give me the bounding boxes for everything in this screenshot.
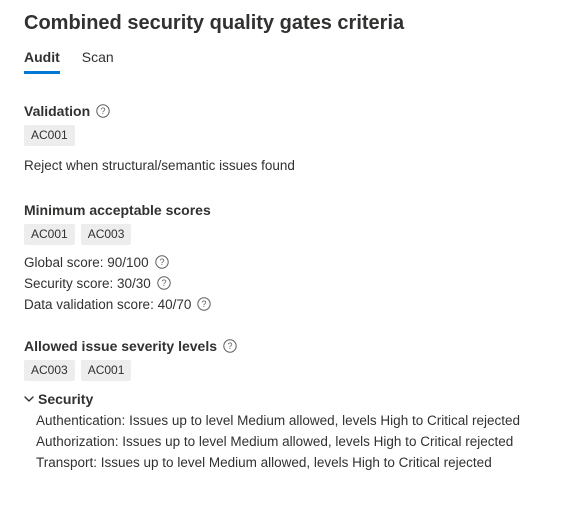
- severity-row: Transport: Issues up to level Medium all…: [36, 455, 557, 470]
- validation-text: Reject when structural/semantic issues f…: [24, 156, 557, 176]
- rule-chip: AC001: [24, 224, 75, 245]
- chevron-down-icon: [24, 394, 34, 404]
- tab-bar: Audit Scan: [24, 49, 557, 75]
- severity-group-toggle[interactable]: Security: [24, 391, 557, 407]
- severity-row: Authorization: Issues up to level Medium…: [36, 434, 557, 449]
- score-value: Global score: 90/100: [24, 255, 149, 270]
- help-icon[interactable]: [155, 255, 169, 269]
- tab-audit[interactable]: Audit: [24, 49, 60, 74]
- section-validation: Validation AC001 Reject when structural/…: [24, 103, 557, 176]
- severity-row: Authentication: Issues up to level Mediu…: [36, 413, 557, 428]
- validation-heading: Validation: [24, 103, 90, 119]
- severity-heading: Allowed issue severity levels: [24, 338, 217, 354]
- help-icon[interactable]: [157, 276, 171, 290]
- rule-chip: AC001: [81, 360, 132, 381]
- help-icon[interactable]: [96, 104, 110, 118]
- rule-chip: AC003: [81, 224, 132, 245]
- severity-group-label: Security: [38, 391, 93, 407]
- score-value: Data validation score: 40/70: [24, 297, 191, 312]
- rule-chip: AC001: [24, 125, 75, 146]
- page-title: Combined security quality gates criteria: [24, 12, 557, 35]
- section-scores: Minimum acceptable scores AC001 AC003 Gl…: [24, 202, 557, 312]
- rule-chip: AC003: [24, 360, 75, 381]
- help-icon[interactable]: [197, 297, 211, 311]
- tab-scan[interactable]: Scan: [82, 49, 114, 74]
- score-value: Security score: 30/30: [24, 276, 151, 291]
- section-severity: Allowed issue severity levels AC003 AC00…: [24, 338, 557, 470]
- help-icon[interactable]: [223, 339, 237, 353]
- scores-heading: Minimum acceptable scores: [24, 202, 211, 218]
